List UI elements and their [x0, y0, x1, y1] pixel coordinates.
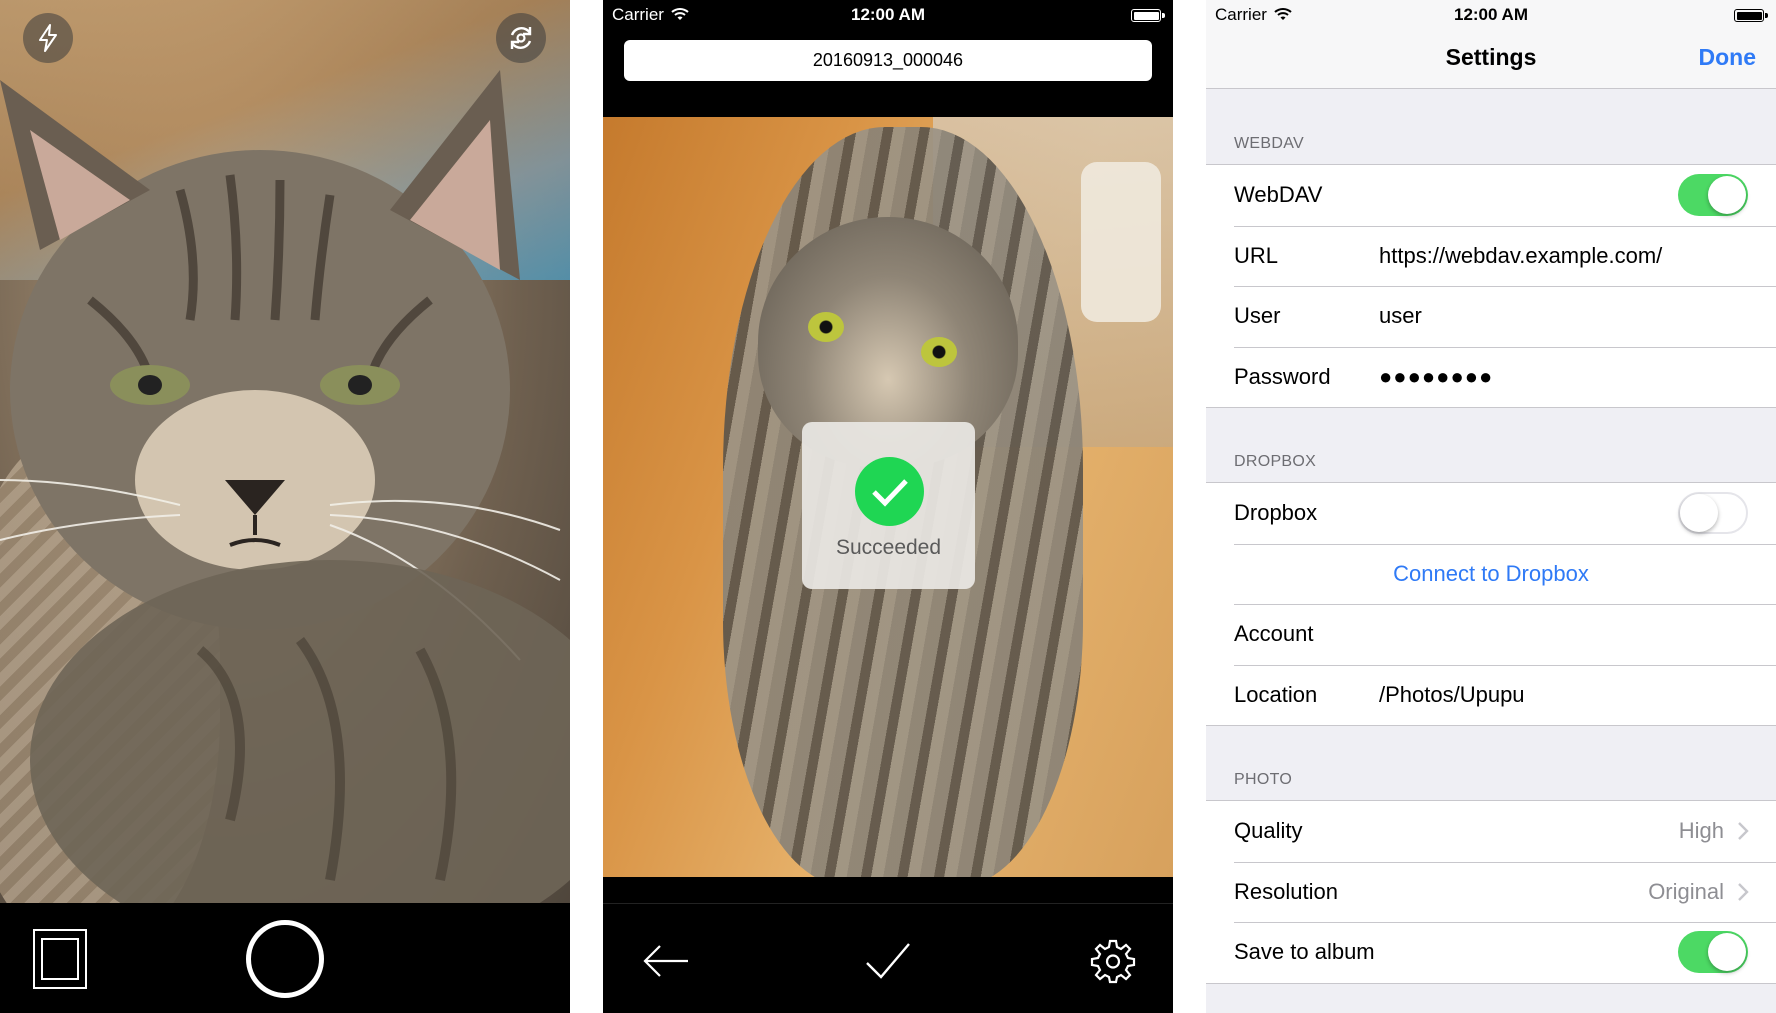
account-label: Account [1234, 621, 1314, 646]
quality-value: High [1678, 818, 1724, 843]
user-label: User [1234, 303, 1281, 328]
shutter-button[interactable] [246, 920, 324, 998]
clock: 12:00 AM [1453, 5, 1528, 24]
done-button[interactable]: Done [1699, 44, 1757, 71]
dropbox-switch[interactable] [1678, 492, 1748, 534]
upload-screen: Carrier 12:00 AM 20160913_000046 Succeed… [603, 0, 1173, 1013]
lightning-bolt-icon [39, 24, 57, 52]
url-label: URL [1234, 242, 1279, 268]
user-row[interactable]: User user [1206, 286, 1776, 347]
url-row[interactable]: URL https://webdav.example.com/ [1206, 225, 1776, 287]
flash-toggle-button[interactable] [23, 13, 73, 63]
clock: 12:00 AM [850, 5, 925, 24]
dropbox-label: Dropbox [1234, 500, 1318, 525]
location-label: Location [1234, 681, 1318, 707]
account-row: Account [1206, 604, 1776, 665]
settings-button[interactable] [1086, 936, 1140, 986]
status-bar: Carrier 12:00 AM [1206, 0, 1776, 30]
navigation-bar: Carrier 12:00 AM Settings Done [1206, 0, 1776, 89]
checkmark-icon [866, 943, 910, 979]
photo-group: Quality High Resolution Original Save to… [1206, 800, 1776, 984]
status-bar: Carrier 12:00 AM [603, 0, 1173, 30]
chevron-right-icon [1738, 822, 1749, 840]
location-field[interactable]: /Photos/Upupu [1379, 682, 1525, 708]
section-header-photo: PHOTO [1234, 771, 1293, 788]
camera-viewfinder [0, 0, 570, 903]
settings-screen: Carrier 12:00 AM Settings Done WEBDAV We… [1206, 0, 1776, 1013]
location-row[interactable]: Location /Photos/Upupu [1206, 664, 1776, 726]
filename-field[interactable]: 20160913_000046 [624, 40, 1152, 81]
password-label: Password [1234, 363, 1331, 389]
dropbox-toggle-row: Dropbox [1206, 483, 1776, 544]
confirm-button[interactable] [861, 936, 915, 986]
switch-camera-button[interactable] [496, 13, 546, 63]
gallery-button[interactable] [33, 929, 87, 989]
battery-icon [1131, 9, 1165, 22]
webdav-toggle-row: WebDAV [1206, 165, 1776, 226]
password-field[interactable]: ●●●●●●●● [1379, 364, 1493, 390]
dropbox-group: Dropbox Connect to Dropbox Account Locat… [1206, 482, 1776, 726]
battery-icon [1734, 9, 1768, 22]
quality-row[interactable]: Quality High [1206, 801, 1776, 862]
section-header-dropbox: DROPBOX [1234, 453, 1317, 470]
kitten-photo [0, 70, 570, 903]
hud-status-label: Succeeded [835, 536, 942, 559]
save-to-album-label: Save to album [1234, 939, 1375, 964]
webdav-switch[interactable] [1678, 174, 1748, 216]
webdav-group: WebDAV URL https://webdav.example.com/ U… [1206, 164, 1776, 408]
user-field[interactable]: user [1379, 303, 1422, 329]
chevron-right-icon [1738, 882, 1749, 901]
camera-screen [0, 0, 570, 1013]
save-to-album-row: Save to album [1206, 922, 1776, 983]
resolution-label: Resolution [1234, 878, 1338, 904]
password-row[interactable]: Password ●●●●●●●● [1206, 346, 1776, 408]
camera-toolbar [0, 903, 570, 1013]
upload-success-hud: Succeeded [802, 422, 975, 589]
resolution-row[interactable]: Resolution Original [1206, 861, 1776, 923]
checkmark-circle-icon [855, 457, 924, 526]
rotate-camera-icon [510, 27, 532, 49]
section-header-webdav: WEBDAV [1234, 135, 1304, 152]
page-title: Settings [1445, 44, 1537, 70]
webdav-label: WebDAV [1234, 182, 1323, 207]
gear-icon [1090, 939, 1136, 984]
quality-label: Quality [1234, 818, 1303, 843]
resolution-value: Original [1648, 878, 1724, 904]
save-to-album-switch[interactable] [1678, 931, 1748, 973]
upload-toolbar [603, 903, 1173, 1013]
back-button[interactable] [639, 936, 693, 986]
connect-dropbox-row[interactable]: Connect to Dropbox [1206, 543, 1776, 605]
connect-dropbox-button[interactable]: Connect to Dropbox [1206, 561, 1776, 587]
arrow-left-icon [643, 945, 688, 977]
url-field[interactable]: https://webdav.example.com/ [1379, 243, 1662, 269]
